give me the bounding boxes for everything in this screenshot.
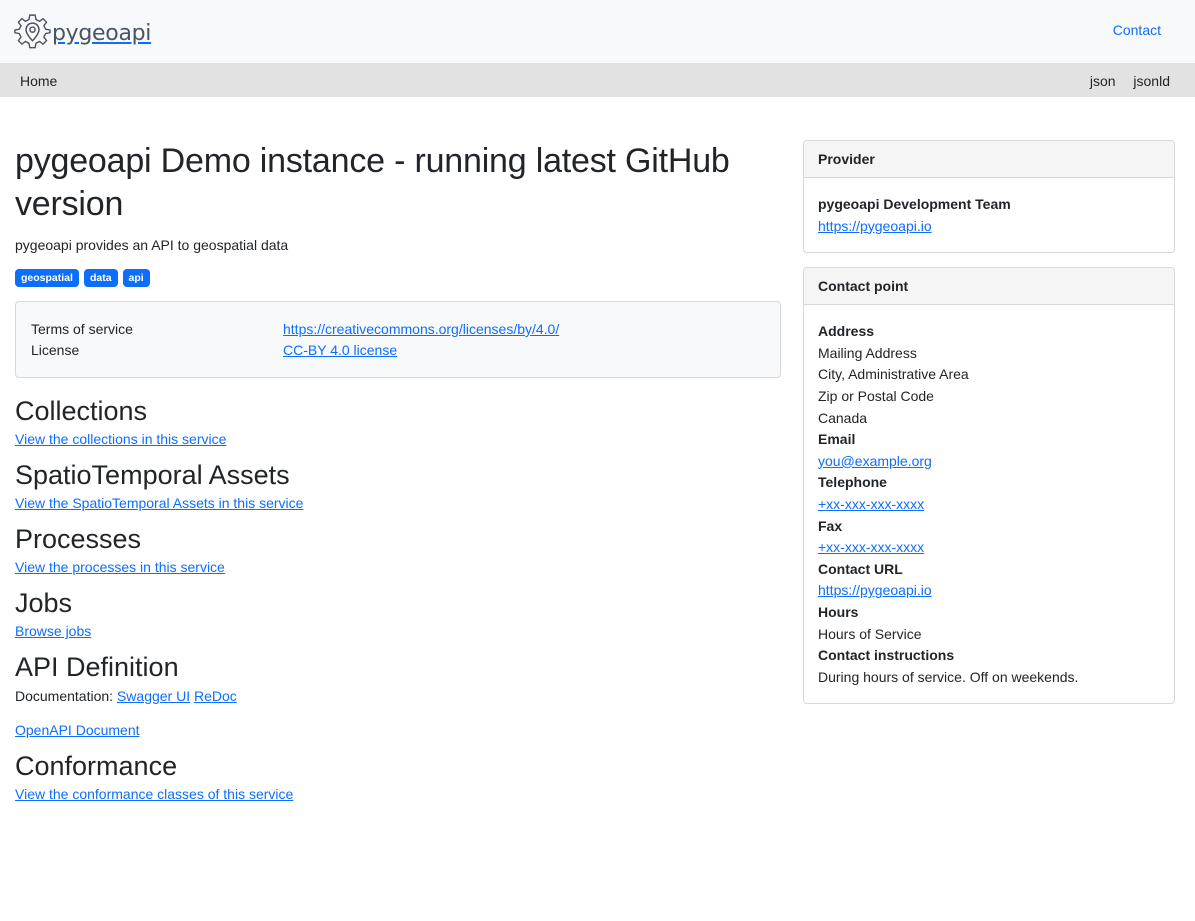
api-definition-heading: API Definition — [15, 652, 179, 682]
contact-url-link[interactable]: https://pygeoapi.io — [818, 580, 932, 602]
sidebar: Provider pygeoapi Development Team https… — [803, 140, 1175, 718]
address-line: Canada — [818, 409, 868, 426]
email-link[interactable]: you@example.org — [818, 451, 932, 473]
provider-name: pygeoapi Development Team — [818, 196, 1011, 212]
terms-of-service-link[interactable]: https://creativecommons.org/licenses/by/… — [283, 319, 559, 340]
collections-section: Collections View the collections in this… — [15, 395, 781, 447]
redoc-link[interactable]: ReDoc — [194, 688, 237, 704]
contact-url-label: Contact URL — [818, 560, 903, 577]
gear-location-icon — [14, 13, 51, 53]
keyword-badge: data — [83, 269, 118, 287]
hours-value: Hours of Service — [818, 625, 922, 642]
api-definition-section: API Definition Documentation: Swagger UI… — [15, 651, 781, 738]
contact-point-card-header: Contact point — [804, 268, 1174, 306]
contact-link[interactable]: Contact — [1113, 22, 1161, 38]
email-label: Email — [818, 431, 856, 448]
collections-heading: Collections — [15, 396, 148, 426]
address-line: Mailing Address — [818, 344, 917, 361]
contact-point-card-body: Address Mailing Address City, Administra… — [804, 305, 1174, 703]
conformance-link[interactable]: View the conformance classes of this ser… — [15, 786, 781, 802]
processes-link[interactable]: View the processes in this service — [15, 559, 781, 575]
provider-card-body: pygeoapi Development Team https://pygeoa… — [804, 178, 1174, 252]
jobs-heading: Jobs — [15, 588, 73, 618]
format-links: json jsonld — [1076, 73, 1170, 89]
contact-instructions-label: Contact instructions — [818, 647, 955, 664]
jsonld-link[interactable]: jsonld — [1133, 73, 1170, 89]
keyword-badge: api — [122, 269, 150, 287]
home-link[interactable]: Home — [20, 73, 57, 89]
logo-text: pygeoapi — [52, 20, 152, 46]
provider-card-header: Provider — [804, 141, 1174, 178]
stac-section: SpatioTemporal Assets View the SpatioTem… — [15, 459, 781, 511]
telephone-label: Telephone — [818, 474, 887, 491]
conformance-heading: Conformance — [15, 751, 178, 781]
license-row: License CC-BY 4.0 license — [31, 340, 765, 361]
json-link[interactable]: json — [1090, 73, 1116, 89]
license-label: License — [31, 342, 80, 358]
main-content: pygeoapi Demo instance - running latest … — [15, 140, 781, 802]
page-title: pygeoapi Demo instance - running latest … — [15, 142, 730, 223]
provider-url-link[interactable]: https://pygeoapi.io — [818, 216, 932, 238]
provider-card: Provider pygeoapi Development Team https… — [803, 140, 1175, 254]
conformance-section: Conformance View the conformance classes… — [15, 750, 781, 802]
telephone-link[interactable]: +xx-xxx-xxx-xxxx — [818, 494, 924, 516]
terms-panel: Terms of service https://creativecommons… — [15, 301, 781, 378]
fax-link[interactable]: +xx-xxx-xxx-xxxx — [818, 537, 924, 559]
stac-heading: SpatioTemporal Assets — [15, 460, 290, 490]
terms-of-service-row: Terms of service https://creativecommons… — [31, 319, 765, 340]
jobs-section: Jobs Browse jobs — [15, 587, 781, 639]
address-line: Zip or Postal Code — [818, 387, 934, 404]
processes-section: Processes View the processes in this ser… — [15, 523, 781, 575]
top-header: pygeoapi Contact — [0, 0, 1195, 64]
breadcrumb-nav: Home json jsonld — [0, 64, 1195, 97]
contact-instructions-value: During hours of service. Off on weekends… — [818, 668, 1079, 685]
processes-heading: Processes — [15, 524, 142, 554]
contact-point-card: Contact point Address Mailing Address Ci… — [803, 267, 1175, 705]
jobs-link[interactable]: Browse jobs — [15, 623, 781, 639]
page-description: pygeoapi provides an API to geospatial d… — [15, 237, 289, 253]
hours-label: Hours — [818, 603, 859, 620]
openapi-document-link[interactable]: OpenAPI Document — [15, 722, 781, 738]
stac-link[interactable]: View the SpatioTemporal Assets in this s… — [15, 495, 781, 511]
fax-label: Fax — [818, 517, 843, 534]
keyword-badges: geospatial data api — [15, 269, 781, 287]
documentation-line: Documentation: Swagger UI ReDoc — [15, 688, 781, 704]
address-label: Address — [818, 323, 875, 340]
swagger-ui-link[interactable]: Swagger UI — [117, 688, 190, 704]
documentation-label: Documentation: — [15, 688, 114, 704]
license-link[interactable]: CC-BY 4.0 license — [283, 340, 397, 361]
keyword-badge: geospatial — [15, 269, 79, 287]
logo-link[interactable]: pygeoapi — [14, 13, 151, 53]
terms-of-service-label: Terms of service — [31, 321, 133, 337]
collections-link[interactable]: View the collections in this service — [15, 431, 781, 447]
address-line: City, Administrative Area — [818, 366, 969, 383]
